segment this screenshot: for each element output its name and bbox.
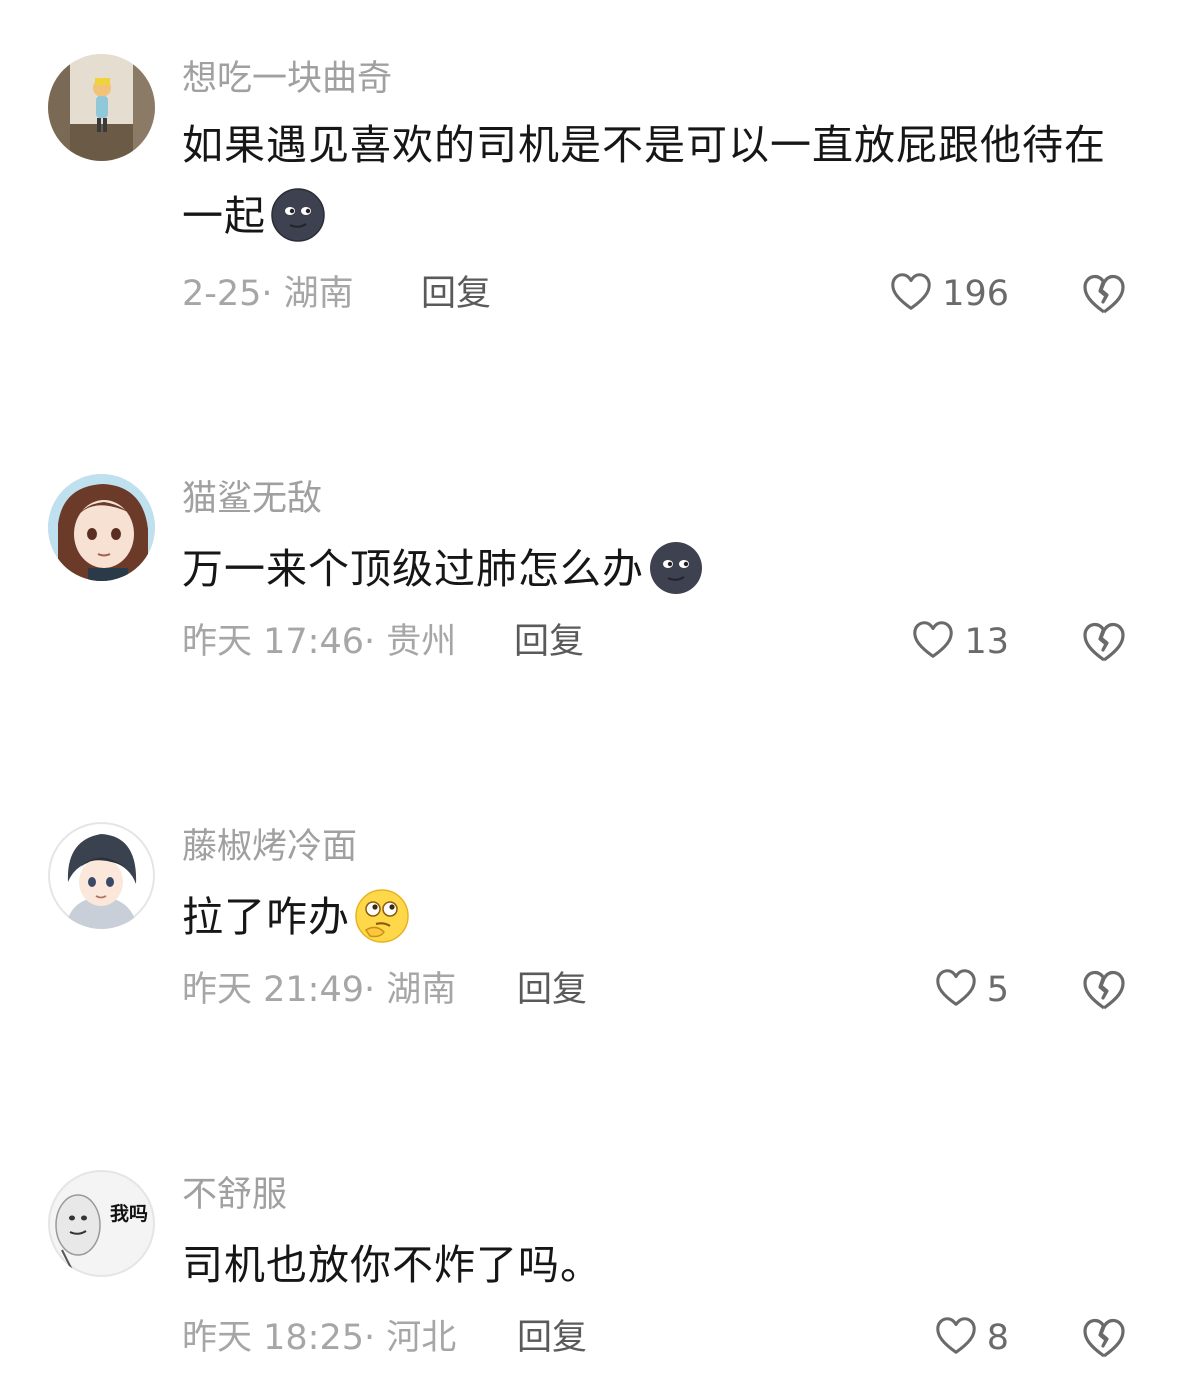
avatar[interactable]	[48, 54, 155, 161]
like-count: 13	[964, 622, 1009, 662]
like-button[interactable]: 5	[933, 967, 1009, 1013]
username[interactable]: 藤椒烤冷面	[182, 824, 357, 870]
like-button[interactable]: 13	[910, 619, 1009, 665]
heart-outline-icon	[910, 617, 956, 667]
comment-text: 拉了咋办	[182, 882, 1122, 953]
username[interactable]: 猫鲨无敌	[182, 476, 322, 522]
reply-button[interactable]: 回复	[514, 619, 584, 665]
reply-button[interactable]: 回复	[517, 967, 587, 1013]
like-button[interactable]: 196	[888, 271, 1009, 317]
comment-text: 万一来个顶级过肺怎么办	[182, 534, 1122, 605]
comment-meta: 2-25· 湖南	[182, 274, 354, 314]
heart-outline-icon	[933, 965, 979, 1015]
comment-meta: 昨天 17:46· 贵州	[182, 622, 457, 662]
username[interactable]: 想吃一块曲奇	[182, 56, 392, 102]
broken-heart-icon[interactable]	[1080, 966, 1128, 1014]
like-count: 8	[986, 1318, 1009, 1358]
comment-text-body: 拉了咋办	[182, 893, 350, 941]
new-moon-face-icon	[270, 187, 326, 243]
comment-item: 想吃一块曲奇 如果遇见喜欢的司机是不是可以一直放屁跟他待在一起 2-25· 湖南…	[0, 54, 1179, 334]
comment-meta: 昨天 21:49· 湖南	[182, 970, 457, 1010]
thinking-face-icon	[354, 888, 410, 944]
comment-item: 猫鲨无敌 万一来个顶级过肺怎么办 昨天 17:46· 贵州 回复 13	[0, 474, 1179, 674]
new-moon-face-icon	[648, 540, 704, 596]
avatar[interactable]	[48, 474, 155, 581]
heart-outline-icon	[933, 1313, 979, 1363]
comment-item: 我吗 不舒服 司机也放你不炸了吗。 昨天 18:25· 河北 回复 8	[0, 1170, 1179, 1370]
like-count: 196	[942, 274, 1009, 314]
broken-heart-icon[interactable]	[1080, 270, 1128, 318]
like-count: 5	[986, 970, 1009, 1010]
reply-button[interactable]: 回复	[421, 271, 491, 317]
comment-text-body: 万一来个顶级过肺怎么办	[182, 545, 644, 593]
username[interactable]: 不舒服	[182, 1172, 287, 1218]
comment-text-body: 司机也放你不炸了吗。	[182, 1241, 602, 1289]
avatar[interactable]	[48, 822, 155, 929]
comment-text: 司机也放你不炸了吗。	[182, 1230, 1122, 1301]
avatar-caption: 我吗	[110, 1203, 148, 1225]
comment-text: 如果遇见喜欢的司机是不是可以一直放屁跟他待在一起	[182, 110, 1122, 252]
like-button[interactable]: 8	[933, 1315, 1009, 1361]
reply-button[interactable]: 回复	[517, 1315, 587, 1361]
broken-heart-icon[interactable]	[1080, 1314, 1128, 1362]
comment-meta: 昨天 18:25· 河北	[182, 1318, 457, 1358]
comment-item: 藤椒烤冷面 拉了咋办 昨天 21:49· 湖南 回复 5	[0, 822, 1179, 1022]
broken-heart-icon[interactable]	[1080, 618, 1128, 666]
heart-outline-icon	[888, 269, 934, 319]
avatar[interactable]: 我吗	[48, 1170, 155, 1277]
